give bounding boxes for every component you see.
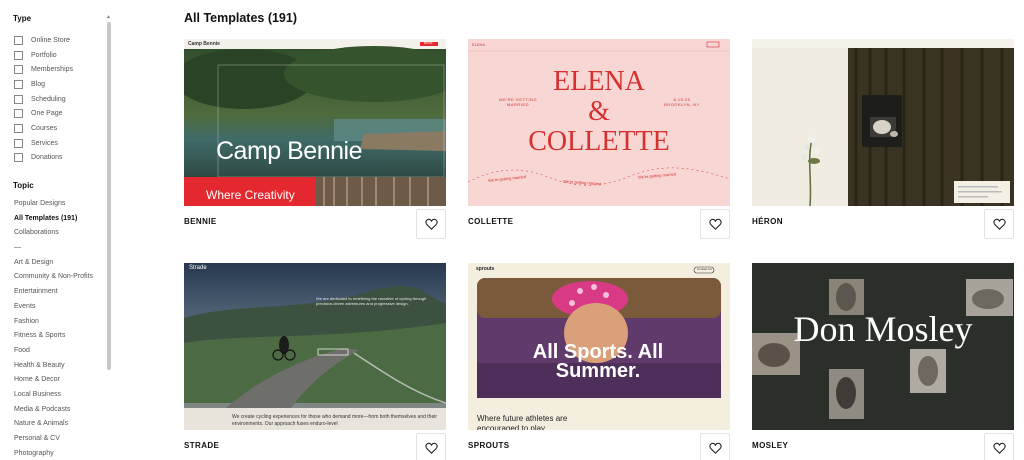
checkbox-icon[interactable] bbox=[14, 50, 23, 60]
bennie-tagline: Where Creativity bbox=[206, 188, 295, 202]
topic-home-decor[interactable]: Home & Decor bbox=[14, 375, 93, 390]
checkbox-icon[interactable] bbox=[14, 153, 23, 163]
topic-fitness-sports[interactable]: Fitness & Sports bbox=[14, 331, 93, 346]
template-name[interactable]: HÉRON bbox=[752, 217, 783, 226]
heart-icon bbox=[992, 442, 1006, 454]
topic-filter-list: Popular Designs All Templates (191) Coll… bbox=[14, 199, 93, 460]
heron-still-life-image bbox=[752, 39, 1014, 206]
filter-online-store[interactable]: Online Store bbox=[14, 33, 73, 48]
bennie-cta: BOOK bbox=[424, 41, 433, 45]
template-preview-bennie[interactable]: Camp Bennie BOOK Camp Bennie Where Creat… bbox=[184, 39, 446, 206]
filter-blog[interactable]: Blog bbox=[14, 77, 73, 92]
template-name[interactable]: MOSLEY bbox=[752, 441, 788, 450]
topic-fashion[interactable]: Fashion bbox=[14, 317, 93, 332]
bennie-brand: Camp Bennie bbox=[188, 41, 220, 47]
favorite-button[interactable] bbox=[416, 209, 446, 239]
topic-divider: — bbox=[14, 244, 21, 252]
filter-portfolio[interactable]: Portfolio bbox=[14, 48, 73, 63]
topic-personal-cv[interactable]: Personal & CV bbox=[14, 434, 93, 449]
collette-headline-line-3: COLLETTE bbox=[528, 126, 670, 157]
sprouts-contact-button: Contact Us bbox=[697, 267, 712, 271]
template-card-strade[interactable]: Strade We are dedicated to redefining th… bbox=[184, 263, 446, 460]
topic-art-design[interactable]: Art & Design bbox=[14, 258, 93, 273]
favorite-button[interactable] bbox=[984, 433, 1014, 460]
topic-community-nonprofits[interactable]: Community & Non-Profits bbox=[14, 272, 93, 287]
sprouts-headline: All Sports. All Summer. bbox=[532, 341, 664, 382]
type-filter-list: Online Store Portfolio Memberships Blog … bbox=[14, 33, 73, 165]
sprouts-tagline: Where future athletes are encouraged to … bbox=[477, 414, 568, 430]
strade-paragraph: We are dedicated to redefining the narra… bbox=[316, 296, 427, 306]
favorite-button[interactable] bbox=[700, 433, 730, 460]
heart-icon bbox=[992, 218, 1006, 230]
checkbox-icon[interactable] bbox=[14, 138, 23, 148]
collette-right-caption: 6.15.25 BROOKLYN, NY bbox=[664, 97, 700, 107]
template-preview-heron[interactable] bbox=[752, 39, 1014, 206]
template-name[interactable]: BENNIE bbox=[184, 217, 217, 226]
scroll-up-arrow-icon[interactable]: ▲ bbox=[106, 14, 111, 20]
template-name[interactable]: STRADE bbox=[184, 441, 219, 450]
filter-scheduling[interactable]: Scheduling bbox=[14, 92, 73, 107]
type-heading: Type bbox=[13, 14, 32, 23]
heart-icon bbox=[708, 218, 722, 230]
strade-brand: Strade bbox=[189, 265, 207, 271]
filter-services[interactable]: Services bbox=[14, 136, 73, 151]
checkbox-icon[interactable] bbox=[14, 123, 23, 133]
bennie-headline: Camp Bennie bbox=[216, 137, 362, 165]
checkbox-icon[interactable] bbox=[14, 79, 23, 89]
favorite-button[interactable] bbox=[984, 209, 1014, 239]
favorite-button[interactable] bbox=[700, 209, 730, 239]
checkbox-icon[interactable] bbox=[14, 35, 23, 45]
template-preview-strade[interactable]: Strade We are dedicated to redefining th… bbox=[184, 263, 446, 430]
collette-left-caption: WE'RE GETTING MARRIED bbox=[498, 97, 538, 107]
favorite-button[interactable] bbox=[416, 433, 446, 460]
heart-icon bbox=[424, 218, 438, 230]
sidebar-scrollbar[interactable] bbox=[107, 22, 111, 370]
template-card-sprouts[interactable]: sprouts Contact Us All Sports. All Summe… bbox=[468, 263, 730, 460]
template-card-heron[interactable]: HÉRON bbox=[752, 39, 1014, 244]
topic-events[interactable]: Events bbox=[14, 302, 93, 317]
template-preview-sprouts[interactable]: sprouts Contact Us All Sports. All Summe… bbox=[468, 263, 730, 430]
page-title: All Templates (191) bbox=[184, 11, 298, 25]
topic-media-podcasts[interactable]: Media & Podcasts bbox=[14, 405, 93, 420]
template-preview-mosley[interactable]: Don Mosley bbox=[752, 263, 1014, 430]
collette-headline-line-1: ELENA bbox=[553, 66, 645, 97]
template-preview-collette[interactable]: ELENA ELENA & COLLETTE WE'RE GETTING MAR… bbox=[468, 39, 730, 206]
forest-lake-image bbox=[184, 39, 446, 206]
filter-courses[interactable]: Courses bbox=[14, 121, 73, 136]
filter-one-page[interactable]: One Page bbox=[14, 106, 73, 121]
collette-headline: ELENA & COLLETTE bbox=[468, 67, 730, 157]
topic-nature-animals[interactable]: Nature & Animals bbox=[14, 419, 93, 434]
topic-collaborations[interactable]: Collaborations bbox=[14, 228, 93, 243]
template-card-bennie[interactable]: Camp Bennie BOOK Camp Bennie Where Creat… bbox=[184, 39, 446, 244]
cyclist-road-image bbox=[184, 263, 446, 430]
template-card-mosley[interactable]: Don Mosley MOSLEY bbox=[752, 263, 1014, 460]
strade-footer-text: We create cycling experiences for those … bbox=[232, 414, 438, 427]
topic-all-templates[interactable]: All Templates (191) bbox=[14, 214, 93, 229]
topic-popular-designs[interactable]: Popular Designs bbox=[14, 199, 93, 214]
checkbox-icon[interactable] bbox=[14, 65, 23, 75]
heart-icon bbox=[708, 442, 722, 454]
topic-food[interactable]: Food bbox=[14, 346, 93, 361]
checkbox-icon[interactable] bbox=[14, 94, 23, 104]
filter-sidebar: Type Online Store Portfolio Memberships … bbox=[0, 0, 112, 460]
collette-brand: ELENA bbox=[472, 42, 486, 47]
template-card-collette[interactable]: ELENA ELENA & COLLETTE WE'RE GETTING MAR… bbox=[468, 39, 730, 244]
topic-photography[interactable]: Photography bbox=[14, 449, 93, 460]
filter-memberships[interactable]: Memberships bbox=[14, 62, 73, 77]
mosley-headline: Don Mosley bbox=[793, 309, 973, 349]
template-name[interactable]: COLLETTE bbox=[468, 217, 513, 226]
checkbox-icon[interactable] bbox=[14, 109, 23, 119]
topic-local-business[interactable]: Local Business bbox=[14, 390, 93, 405]
template-name[interactable]: SPROUTS bbox=[468, 441, 509, 450]
heart-icon bbox=[424, 442, 438, 454]
topic-heading: Topic bbox=[13, 181, 34, 190]
sprouts-brand: sprouts bbox=[476, 266, 495, 272]
filter-donations[interactable]: Donations bbox=[14, 151, 73, 166]
topic-entertainment[interactable]: Entertainment bbox=[14, 287, 93, 302]
topic-health-beauty[interactable]: Health & Beauty bbox=[14, 361, 93, 376]
